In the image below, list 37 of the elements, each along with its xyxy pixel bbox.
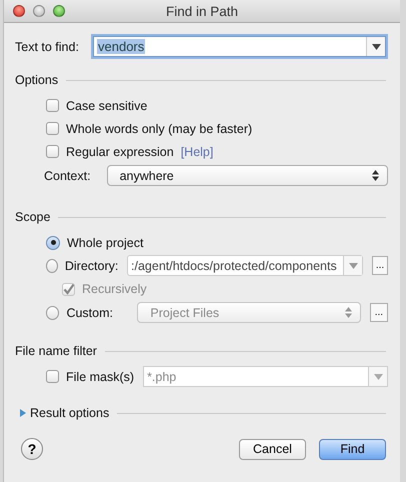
checkbox-label: File mask(s) <box>66 370 134 384</box>
radio-label: Directory: <box>64 258 120 272</box>
stepper-arrows-icon <box>372 170 379 181</box>
minimize-button[interactable] <box>33 5 45 17</box>
checkbox-label: Case sensitive <box>66 98 148 112</box>
disclosure-triangle-icon[interactable] <box>20 409 26 417</box>
browse-button[interactable]: ... <box>372 256 388 275</box>
section-title[interactable]: Result options <box>30 406 110 420</box>
checkbox[interactable] <box>46 122 59 135</box>
checkbox[interactable] <box>46 145 59 158</box>
dialog-button[interactable]: Cancel <box>239 438 306 460</box>
radio-label: Whole project <box>67 236 144 250</box>
help-button[interactable]: ? <box>21 438 43 460</box>
help-link[interactable]: [Help] <box>180 144 214 158</box>
radio-button[interactable] <box>46 258 58 272</box>
radio-button[interactable] <box>46 236 60 250</box>
text-to-find-field[interactable]: vendors <box>93 36 386 57</box>
dialog-button[interactable]: Find <box>319 438 386 460</box>
radio-label: Custom: <box>66 306 114 320</box>
dropdown-arrow-icon <box>374 374 382 380</box>
text-to-find-label: Text to find: <box>15 40 80 54</box>
dropdown-arrow-icon <box>372 44 380 50</box>
checkbox[interactable] <box>46 99 59 112</box>
section-title: File name filter <box>15 344 97 358</box>
stepper-arrows-icon <box>344 307 352 318</box>
dropdown-arrow-icon <box>348 262 358 268</box>
checkbox-label: Regular expression <box>66 144 174 158</box>
context-label: Context: <box>44 168 91 182</box>
directory-field[interactable]: :/agent/htdocs/protected/components <box>127 255 364 276</box>
checkbox-label: Whole words only (may be faster) <box>66 122 252 136</box>
close-button[interactable] <box>13 5 25 17</box>
context-select[interactable]: anywhere <box>106 165 388 186</box>
section-title: Options <box>15 73 58 87</box>
zoom-button[interactable] <box>53 5 65 17</box>
window-title: Find in Path <box>166 4 238 18</box>
section-title: Scope <box>15 210 50 224</box>
checkbox-label: Recursively <box>82 282 147 296</box>
